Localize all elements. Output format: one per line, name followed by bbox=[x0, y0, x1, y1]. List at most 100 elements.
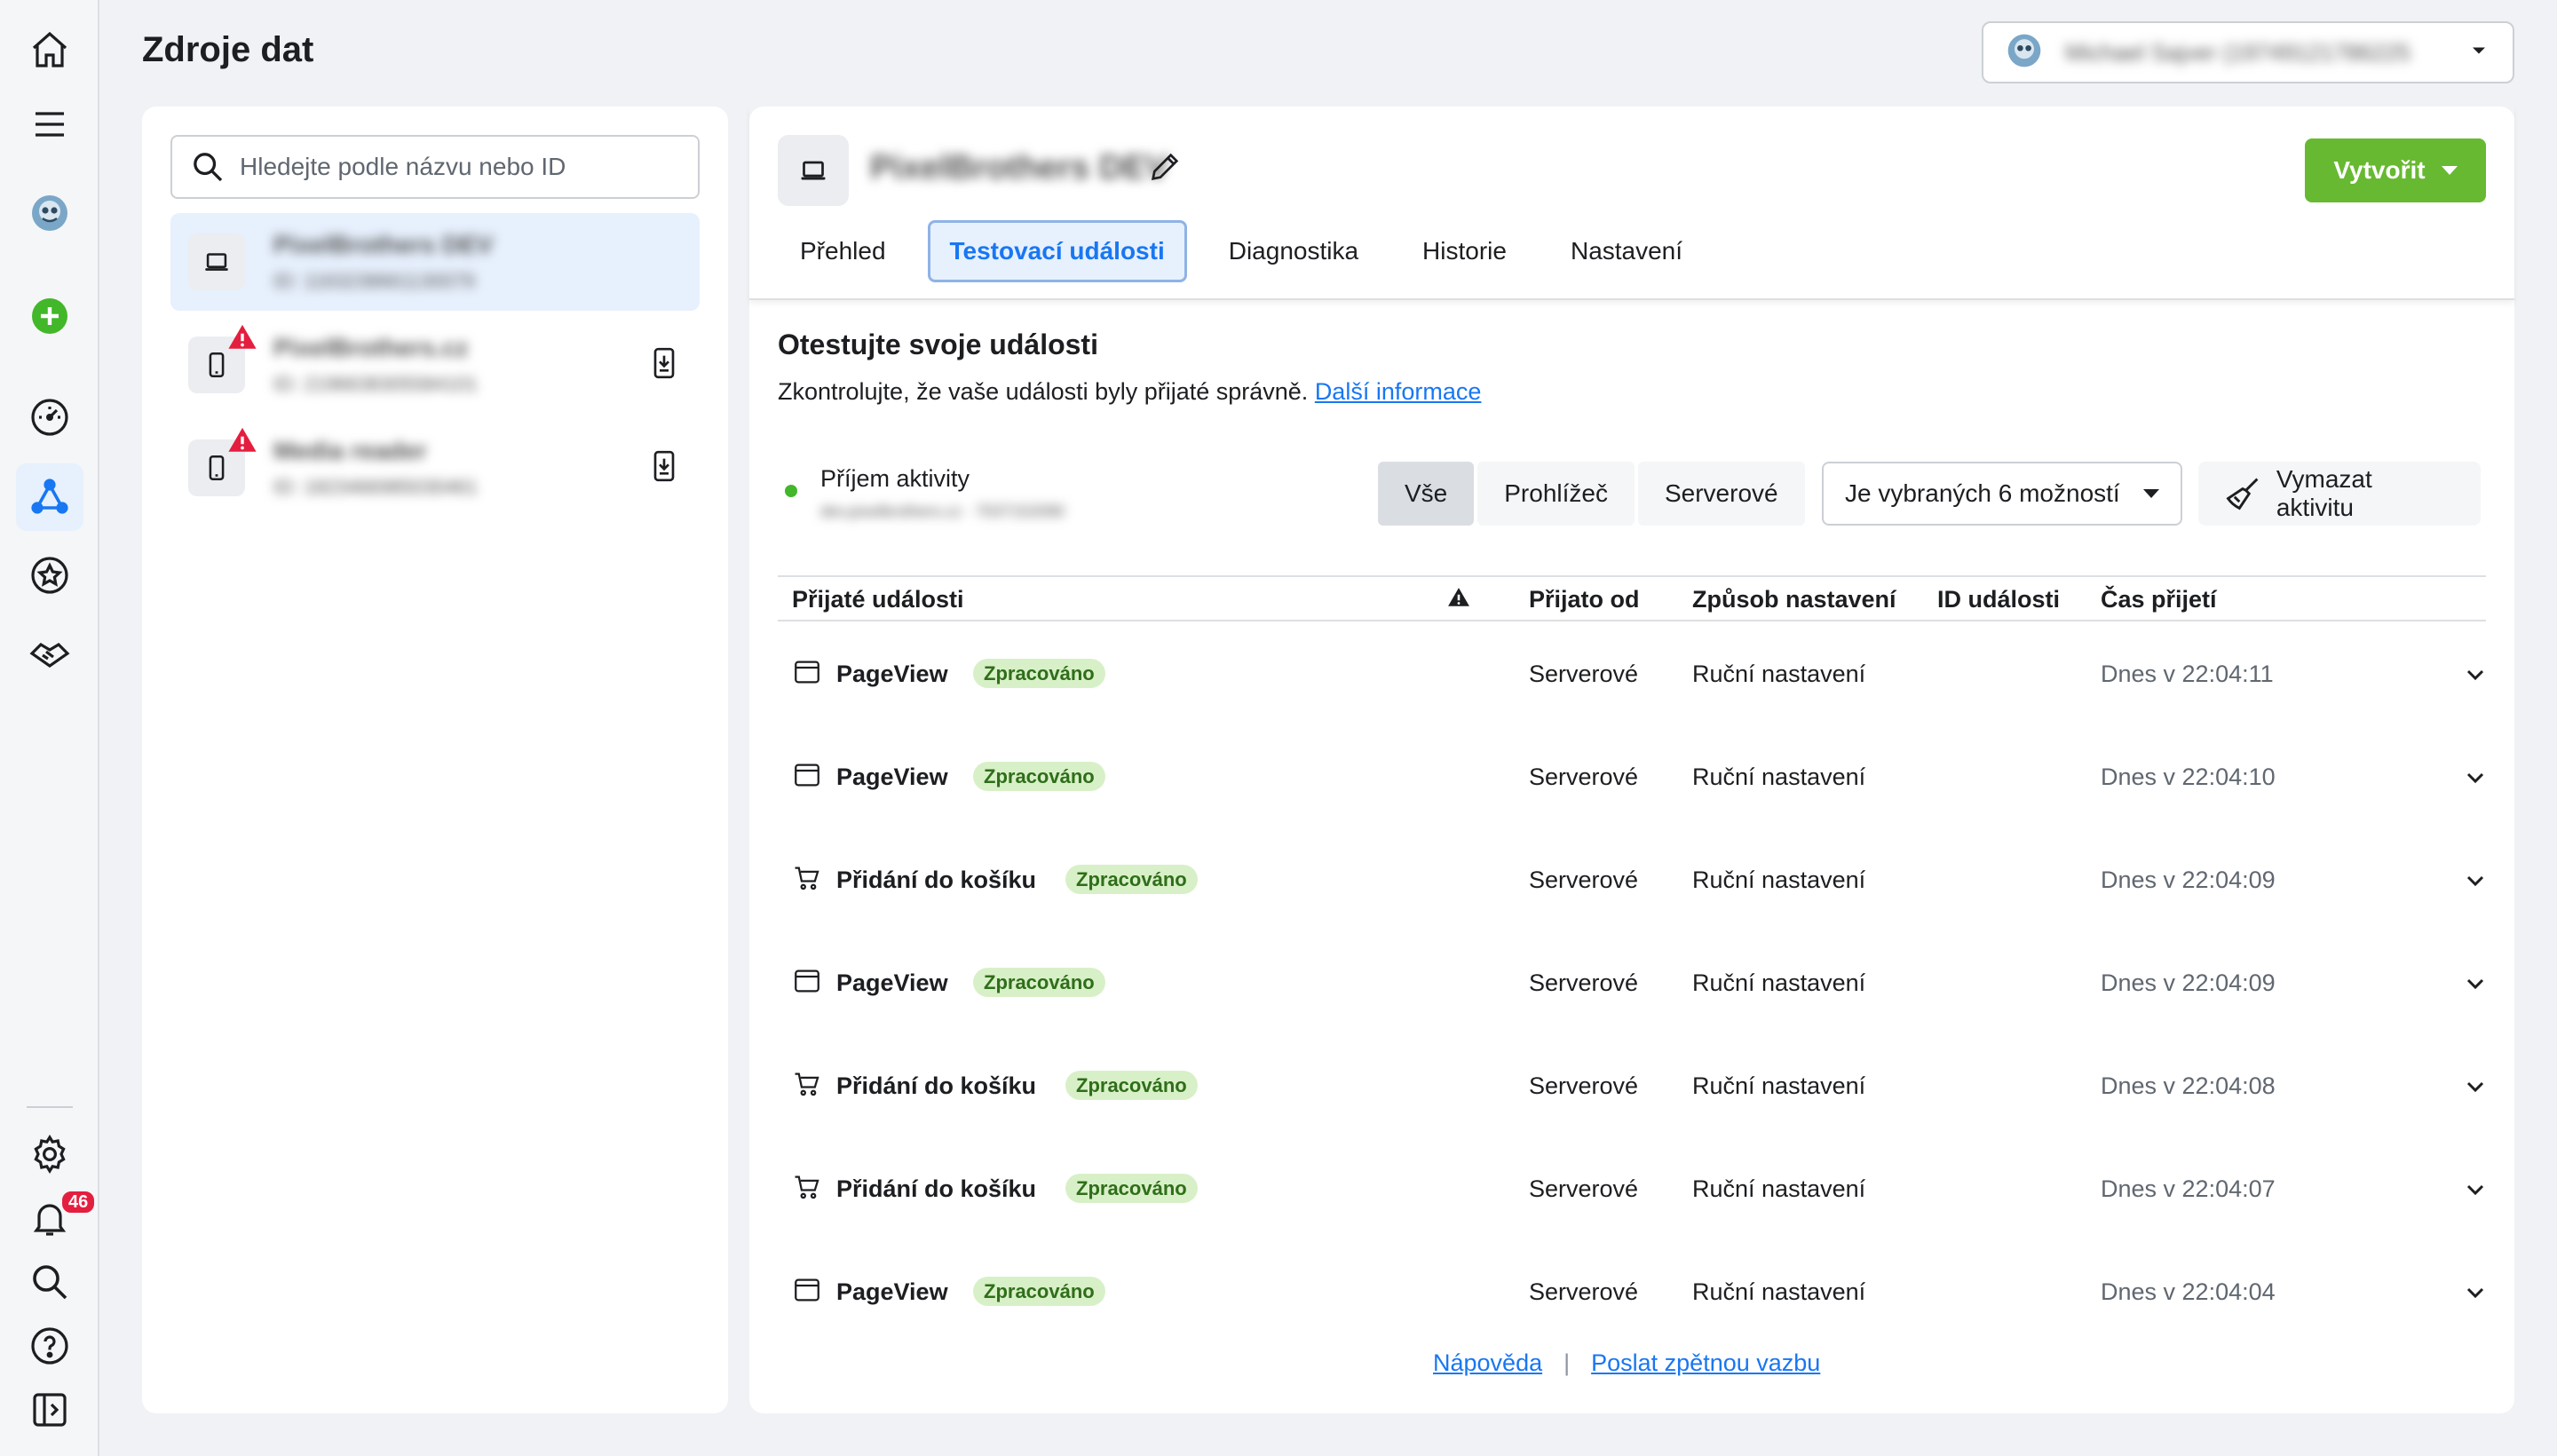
status-badge: Zpracováno bbox=[973, 1277, 1105, 1306]
source-id: ID: 1163238661130079 bbox=[273, 270, 475, 292]
received-from: Serverové bbox=[1529, 1072, 1639, 1099]
star-icon[interactable] bbox=[16, 542, 83, 609]
event-filter-dropdown[interactable]: Je vybraných 6 možností bbox=[1822, 462, 2182, 526]
menu-icon[interactable] bbox=[16, 91, 83, 158]
create-button[interactable]: Vytvořit bbox=[2305, 138, 2486, 202]
account-selector[interactable]: Michael Sajver (19749121786225 bbox=[1982, 21, 2514, 83]
source-type-icon bbox=[188, 427, 257, 496]
collapse-panel-icon[interactable] bbox=[16, 1376, 83, 1444]
account-avatar-icon[interactable] bbox=[16, 179, 83, 247]
broom-icon bbox=[2226, 478, 2259, 510]
segment-all[interactable]: Vše bbox=[1378, 462, 1475, 526]
events-table: Přijaté události Přijato od Způsob nasta… bbox=[778, 575, 2486, 1342]
event-name: PageView bbox=[836, 969, 948, 996]
received-time: Dnes v 22:04:08 bbox=[2101, 1072, 2276, 1099]
dataset-icon bbox=[778, 135, 849, 206]
dashboard-gauge-icon[interactable] bbox=[16, 384, 83, 451]
activity-label: Příjem aktivity bbox=[820, 465, 970, 492]
status-badge: Zpracováno bbox=[973, 968, 1105, 997]
clear-activity-button[interactable]: Vymazat aktivitu bbox=[2198, 462, 2481, 526]
segment-browser[interactable]: Prohlížeč bbox=[1477, 462, 1635, 526]
setup-method: Ruční nastavení bbox=[1692, 1278, 1866, 1305]
feedback-link[interactable]: Poslat zpětnou vazbu bbox=[1591, 1349, 1820, 1377]
chevron-down-icon[interactable] bbox=[2461, 969, 2490, 998]
table-row[interactable]: Přidání do košíku Zpracováno Serverové Ručn… bbox=[778, 1033, 2486, 1136]
table-row[interactable]: Přidání do košíku Zpracováno Serverové Ručn… bbox=[778, 827, 2486, 930]
event-name: PageView bbox=[836, 661, 948, 687]
tab-settings[interactable]: Nastavení bbox=[1548, 220, 1705, 282]
learn-more-link[interactable]: Další informace bbox=[1315, 378, 1482, 405]
status-badge: Zpracováno bbox=[973, 659, 1105, 688]
help-link[interactable]: Nápověda bbox=[1433, 1349, 1542, 1377]
tab-test-events[interactable]: Testovací události bbox=[927, 220, 1187, 282]
event-name: Přidání do košíku bbox=[836, 1072, 1037, 1099]
cart-icon bbox=[792, 863, 822, 893]
settings-gear-icon[interactable] bbox=[16, 1120, 83, 1188]
table-body: PageView Zpracováno Serverové Ruční nastave… bbox=[778, 621, 2486, 1342]
chevron-down-icon[interactable] bbox=[2461, 1175, 2490, 1204]
browser-icon bbox=[792, 1275, 822, 1305]
chevron-down-icon[interactable] bbox=[2461, 866, 2490, 895]
chevron-down-icon[interactable] bbox=[2461, 764, 2490, 792]
source-id: ID: 1823466985030461 bbox=[273, 476, 478, 498]
tab-overview[interactable]: Přehled bbox=[778, 220, 908, 282]
setup-method: Ruční nastavení bbox=[1692, 661, 1866, 687]
help-icon[interactable] bbox=[16, 1312, 83, 1380]
event-name: Přidání do košíku bbox=[836, 866, 1037, 893]
create-button-label: Vytvořit bbox=[2333, 156, 2426, 184]
search-icon[interactable] bbox=[16, 1248, 83, 1316]
source-item-0[interactable]: PixelBrothers DEV ID: 1163238661130079 bbox=[170, 213, 700, 311]
caret-down-icon bbox=[2441, 166, 2458, 175]
source-type-icon bbox=[188, 233, 245, 290]
table-row[interactable]: PageView Zpracováno Serverové Ruční nastave… bbox=[778, 724, 2486, 827]
header-received-from: Přijato od bbox=[1529, 586, 1640, 613]
header-setup-method: Způsob nastavení bbox=[1692, 586, 1896, 613]
search-box[interactable] bbox=[170, 135, 700, 199]
source-item-2[interactable]: Media reader ID: 1823466985030461 bbox=[170, 419, 700, 517]
source-type-icon bbox=[188, 324, 257, 393]
chevron-down-icon[interactable] bbox=[2461, 1278, 2490, 1307]
header-events: Přijaté události bbox=[792, 586, 964, 613]
setup-method: Ruční nastavení bbox=[1692, 866, 1866, 893]
source-name: PixelBrothers DEV bbox=[273, 231, 494, 258]
add-icon[interactable] bbox=[16, 282, 83, 350]
setup-method: Ruční nastavení bbox=[1692, 1175, 1866, 1202]
account-name: Michael Sajver (19749121786225 bbox=[2065, 38, 2411, 66]
app-download-icon[interactable] bbox=[646, 345, 682, 385]
dataset-header: PixelBrothers DEV Vytvořit Přehled Testo… bbox=[749, 107, 2514, 300]
browser-icon bbox=[792, 657, 822, 687]
footer-separator: | bbox=[1563, 1349, 1571, 1376]
activity-source: dev.pixelbrothers.cz · 7037152090 bbox=[820, 502, 1065, 520]
search-input[interactable] bbox=[240, 153, 680, 181]
tab-diagnostics[interactable]: Diagnostika bbox=[1207, 220, 1381, 282]
table-row[interactable]: PageView Zpracováno Serverové Ruční nastave… bbox=[778, 930, 2486, 1033]
home-icon[interactable] bbox=[16, 16, 83, 83]
source-item-1[interactable]: PixelBrothers.cz ID: 2196638305584101 bbox=[170, 316, 700, 414]
data-sources-icon[interactable] bbox=[16, 463, 83, 531]
received-time: Dnes v 22:04:10 bbox=[2101, 764, 2276, 790]
notifications-bell-icon[interactable]: 46 bbox=[16, 1184, 97, 1252]
laptop-icon bbox=[205, 253, 228, 271]
source-name: PixelBrothers.cz bbox=[273, 334, 469, 361]
segment-server[interactable]: Serverové bbox=[1637, 462, 1805, 526]
source-id: ID: 2196638305584101 bbox=[273, 373, 478, 395]
table-row[interactable]: PageView Zpracováno Serverové Ruční nastave… bbox=[778, 621, 2486, 724]
header-time: Čas přijetí bbox=[2101, 586, 2217, 613]
dataset-name: PixelBrothers DEV bbox=[870, 149, 1168, 186]
status-badge: Zpracováno bbox=[1065, 865, 1198, 894]
tab-history[interactable]: Historie bbox=[1400, 220, 1529, 282]
chevron-down-icon[interactable] bbox=[2461, 661, 2490, 689]
footer-links: Nápověda | Poslat zpětnou vazbu bbox=[1433, 1349, 1820, 1377]
table-row[interactable]: PageView Zpracováno Serverové Ruční nastave… bbox=[778, 1239, 2486, 1342]
partner-handshake-icon[interactable] bbox=[16, 620, 83, 687]
setup-method: Ruční nastavení bbox=[1692, 1072, 1866, 1099]
edit-pencil-icon[interactable] bbox=[1147, 149, 1183, 185]
table-row[interactable]: Přidání do košíku Zpracováno Serverové Ručn… bbox=[778, 1136, 2486, 1239]
browser-icon bbox=[792, 760, 822, 790]
received-from: Serverové bbox=[1529, 1175, 1639, 1202]
received-time: Dnes v 22:04:09 bbox=[2101, 866, 2276, 893]
setup-method: Ruční nastavení bbox=[1692, 764, 1866, 790]
received-time: Dnes v 22:04:04 bbox=[2101, 1278, 2276, 1305]
chevron-down-icon[interactable] bbox=[2461, 1072, 2490, 1101]
app-download-icon[interactable] bbox=[646, 448, 682, 488]
